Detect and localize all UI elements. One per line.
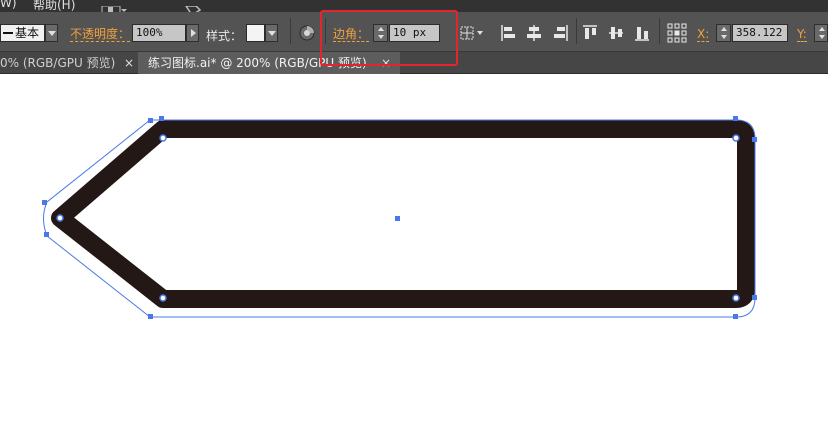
anchor-point[interactable] bbox=[733, 116, 738, 121]
stepper-down-icon[interactable] bbox=[819, 35, 825, 39]
align-center-h-icon[interactable] bbox=[526, 24, 542, 42]
arrow-tag-shape[interactable] bbox=[51, 120, 755, 308]
anchor-point[interactable] bbox=[733, 314, 738, 319]
stepper-up-icon[interactable] bbox=[819, 27, 825, 31]
align-left-icon[interactable] bbox=[500, 24, 516, 42]
separator bbox=[576, 18, 577, 44]
artboard-canvas[interactable] bbox=[0, 74, 828, 443]
tab-label: 0% (RGB/GPU 预览) bbox=[0, 56, 116, 70]
x-position-input[interactable]: 358.122 p bbox=[732, 24, 788, 42]
workspace-icon[interactable] bbox=[182, 0, 204, 17]
corner-highlight-annotation bbox=[320, 10, 458, 66]
opacity-popup-button[interactable] bbox=[186, 24, 199, 42]
center-point bbox=[395, 216, 400, 221]
corner-widget[interactable] bbox=[159, 134, 167, 142]
graphic-style-swatch[interactable] bbox=[246, 24, 265, 42]
style-label: 样式： bbox=[206, 29, 243, 43]
anchor-point[interactable] bbox=[148, 118, 153, 123]
anchor-point[interactable] bbox=[159, 116, 164, 121]
opacity-label[interactable]: 不透明度： bbox=[70, 27, 131, 42]
y-label[interactable]: Y: bbox=[797, 27, 807, 42]
transform-grid-icon[interactable] bbox=[459, 25, 485, 41]
stepper-down-icon[interactable] bbox=[721, 35, 727, 39]
corner-widget[interactable] bbox=[159, 294, 167, 302]
menu-item-window[interactable]: W) bbox=[0, 0, 17, 10]
stroke-line-preview bbox=[3, 32, 13, 34]
x-label[interactable]: X: bbox=[697, 27, 710, 42]
chevron-right-icon bbox=[191, 29, 196, 37]
graphic-style-dropdown[interactable] bbox=[265, 24, 278, 42]
opacity-input[interactable]: 100% bbox=[132, 24, 186, 42]
recolor-icon[interactable] bbox=[298, 24, 316, 42]
corner-widget[interactable] bbox=[56, 214, 64, 222]
bridge-icon[interactable] bbox=[101, 0, 127, 15]
anchor-point[interactable] bbox=[44, 232, 49, 237]
x-stepper[interactable] bbox=[716, 24, 731, 42]
align-top-icon[interactable] bbox=[582, 24, 598, 42]
separator bbox=[659, 18, 660, 44]
reference-point-icon[interactable] bbox=[667, 23, 687, 43]
align-center-v-icon[interactable] bbox=[608, 24, 624, 42]
separator bbox=[290, 18, 291, 44]
anchor-point[interactable] bbox=[752, 137, 757, 142]
stroke-style-dropdown[interactable]: 基本 bbox=[0, 24, 45, 42]
stepper-up-icon[interactable] bbox=[721, 27, 727, 31]
artwork-svg bbox=[42, 116, 757, 319]
anchor-point[interactable] bbox=[42, 200, 47, 205]
stroke-style-label: 基本 bbox=[15, 26, 40, 40]
close-tab-1-icon[interactable]: × bbox=[124, 52, 134, 74]
stroke-style-dropdown-arrow[interactable] bbox=[45, 24, 58, 42]
anchor-point[interactable] bbox=[752, 295, 757, 300]
y-stepper[interactable] bbox=[814, 24, 828, 42]
chevron-down-icon bbox=[48, 31, 56, 36]
align-right-icon[interactable] bbox=[553, 24, 569, 42]
chevron-down-icon bbox=[268, 31, 276, 36]
corner-widget[interactable] bbox=[732, 134, 740, 142]
anchor-point[interactable] bbox=[148, 314, 153, 319]
tab-document-1[interactable]: 0% (RGB/GPU 预览) bbox=[0, 52, 118, 74]
corner-widget[interactable] bbox=[732, 294, 740, 302]
align-bottom-icon[interactable] bbox=[634, 24, 650, 42]
